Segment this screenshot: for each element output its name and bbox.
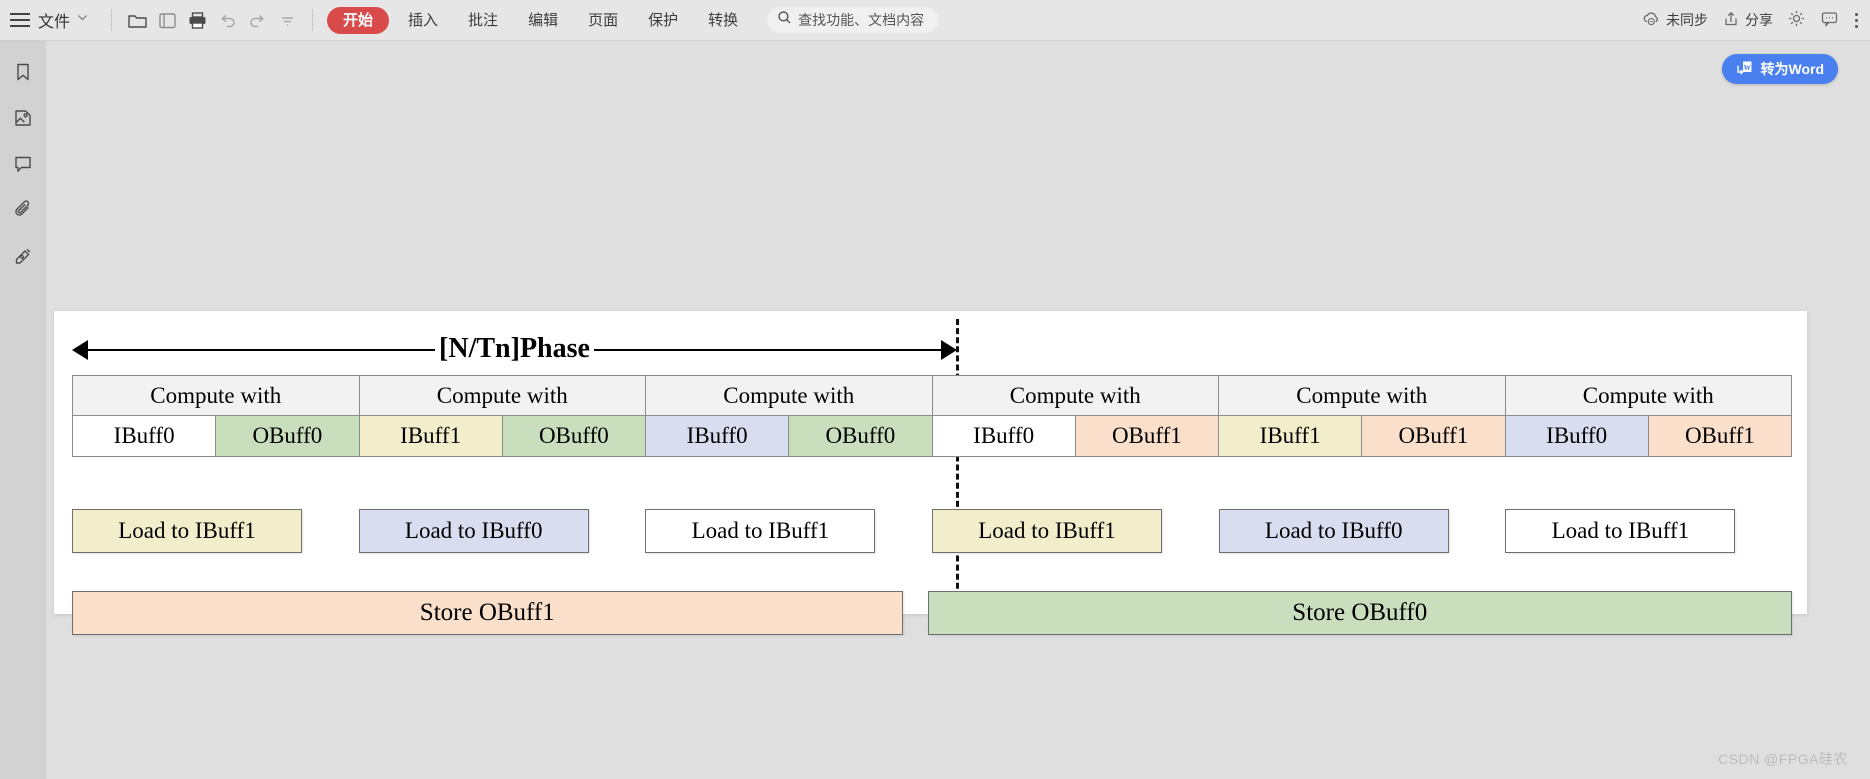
tab-annotate[interactable]: 批注	[453, 7, 513, 34]
pipeline-diagram: [N/Tn]Phase Compute with Compute with Co…	[72, 319, 1792, 635]
sidebar-item-comments[interactable]	[6, 149, 40, 183]
cloud-sync-off-icon	[1642, 9, 1661, 31]
tab-start[interactable]: 开始	[327, 6, 390, 34]
store-row: Store OBuff1 Store OBuff0	[72, 591, 1792, 635]
gear-icon	[1787, 9, 1806, 31]
compute-cell: Compute with	[645, 375, 932, 416]
document-page[interactable]: [N/Tn]Phase Compute with Compute with Co…	[54, 311, 1807, 635]
tab-convert[interactable]: 转换	[693, 7, 753, 34]
sidebar-item-images[interactable]	[6, 103, 40, 137]
chevron-down-icon[interactable]	[76, 11, 89, 29]
toolbar-left-group: 文件 开始 插入 批注 编辑 页面 保护 转换 查找功能、文档内容	[0, 5, 939, 35]
load-slot: Load to IBuff0	[1218, 509, 1506, 553]
convert-to-word-label: 转为Word	[1760, 61, 1824, 77]
sidebar-item-bookmarks[interactable]	[6, 57, 40, 91]
tab-page[interactable]: 页面	[573, 7, 633, 34]
comment-button[interactable]	[1820, 9, 1839, 31]
load-box: Load to IBuff0	[358, 509, 589, 553]
buffer-row: IBuff0 OBuff0 IBuff1 OBuff0 IBuff0 OBuff…	[72, 416, 1792, 457]
load-box: Load to IBuff1	[932, 509, 1163, 553]
ibuff-cell: IBuff0	[1504, 416, 1648, 457]
phase-arrow-group: [N/Tn]Phase	[72, 327, 957, 373]
load-row: Load to IBuff1 Load to IBuff0 Load to IB…	[72, 509, 1792, 553]
share-button[interactable]: 分享	[1722, 10, 1773, 31]
toolbar-divider	[111, 9, 113, 31]
share-label: 分享	[1745, 12, 1773, 28]
toolbar-divider-2	[312, 9, 314, 31]
load-slot: Load to IBuff1	[72, 509, 359, 553]
left-rail	[0, 41, 46, 779]
more-options-icon[interactable]	[1855, 11, 1858, 29]
tab-insert[interactable]: 插入	[393, 7, 453, 34]
phase-label-text: [N/Tn]Phase	[435, 333, 594, 364]
ibuff-cell: IBuff1	[358, 416, 502, 457]
load-box: Load to IBuff1	[645, 509, 876, 553]
phase-divider-line	[956, 319, 959, 607]
obuff-cell: OBuff1	[1361, 416, 1505, 457]
store-box-obuff0: Store OBuff0	[927, 591, 1792, 635]
signature-pen-icon	[13, 245, 34, 271]
sync-status-label: 未同步	[1666, 12, 1708, 28]
ibuff-cell: IBuff1	[1218, 416, 1362, 457]
sync-status-button[interactable]: 未同步	[1642, 9, 1708, 31]
load-slot: Load to IBuff0	[358, 509, 646, 553]
share-icon	[1722, 10, 1740, 31]
ibuff-cell: IBuff0	[645, 416, 789, 457]
load-box: Load to IBuff1	[72, 509, 302, 553]
compute-row: Compute with Compute with Compute with C…	[72, 375, 1792, 416]
document-canvas[interactable]: W 转为Word [N/Tn]Phase Compute with Comput…	[46, 41, 1870, 779]
obuff-cell: OBuff0	[788, 416, 932, 457]
redo-icon[interactable]	[242, 5, 272, 35]
compute-cell: Compute with	[1504, 375, 1792, 416]
sidebar-item-signature[interactable]	[6, 241, 40, 275]
undo-icon[interactable]	[212, 5, 242, 35]
new-document-icon[interactable]	[152, 5, 182, 35]
print-icon[interactable]	[182, 5, 212, 35]
file-menu-label[interactable]: 文件	[38, 8, 70, 32]
ibuff-cell: IBuff0	[931, 416, 1075, 457]
load-slot: Load to IBuff1	[645, 509, 932, 553]
compute-cell: Compute with	[931, 375, 1218, 416]
convert-to-word-button[interactable]: W 转为Word	[1722, 54, 1838, 84]
obuff-cell: OBuff0	[215, 416, 359, 457]
load-box: Load to IBuff1	[1505, 509, 1736, 553]
obuff-cell: OBuff1	[1647, 416, 1792, 457]
phase-label: [N/Tn]Phase	[72, 327, 957, 371]
comment-icon	[1820, 9, 1839, 31]
hamburger-icon[interactable]	[10, 13, 30, 27]
toolbar-right-group: 未同步 分享	[1628, 9, 1870, 31]
compute-grid: Compute with Compute with Compute with C…	[72, 375, 1792, 457]
search-icon	[777, 10, 792, 30]
compute-cell: Compute with	[1218, 375, 1505, 416]
tab-edit[interactable]: 编辑	[513, 7, 573, 34]
top-toolbar: 文件 开始 插入 批注 编辑 页面 保护 转换 查找功能、文档内容 未同步 分享	[0, 0, 1870, 41]
compute-cell: Compute with	[72, 375, 359, 416]
store-gap	[903, 591, 928, 635]
obuff-cell: OBuff1	[1074, 416, 1218, 457]
tab-protect[interactable]: 保护	[633, 7, 693, 34]
svg-text:W: W	[1744, 62, 1752, 71]
search-input[interactable]: 查找功能、文档内容	[767, 7, 939, 33]
search-placeholder: 查找功能、文档内容	[798, 12, 925, 28]
load-slot: Load to IBuff1	[932, 509, 1219, 553]
paperclip-icon	[13, 199, 34, 225]
watermark: CSDN @FPGA硅农	[1718, 751, 1848, 767]
obuff-cell: OBuff0	[501, 416, 645, 457]
sidebar-item-attachments[interactable]	[6, 195, 40, 229]
open-folder-icon[interactable]	[122, 5, 152, 35]
store-box-obuff1: Store OBuff1	[72, 591, 903, 635]
bookmark-icon	[13, 62, 33, 87]
convert-to-word-icon: W	[1736, 59, 1754, 80]
compute-cell: Compute with	[358, 375, 645, 416]
image-icon	[13, 108, 33, 133]
load-slot: Load to IBuff1	[1505, 509, 1792, 553]
settings-button[interactable]	[1787, 9, 1806, 31]
ibuff-cell: IBuff0	[72, 416, 216, 457]
load-box: Load to IBuff0	[1218, 509, 1449, 553]
comment-icon	[13, 154, 33, 179]
more-quick-icon[interactable]	[272, 5, 302, 35]
